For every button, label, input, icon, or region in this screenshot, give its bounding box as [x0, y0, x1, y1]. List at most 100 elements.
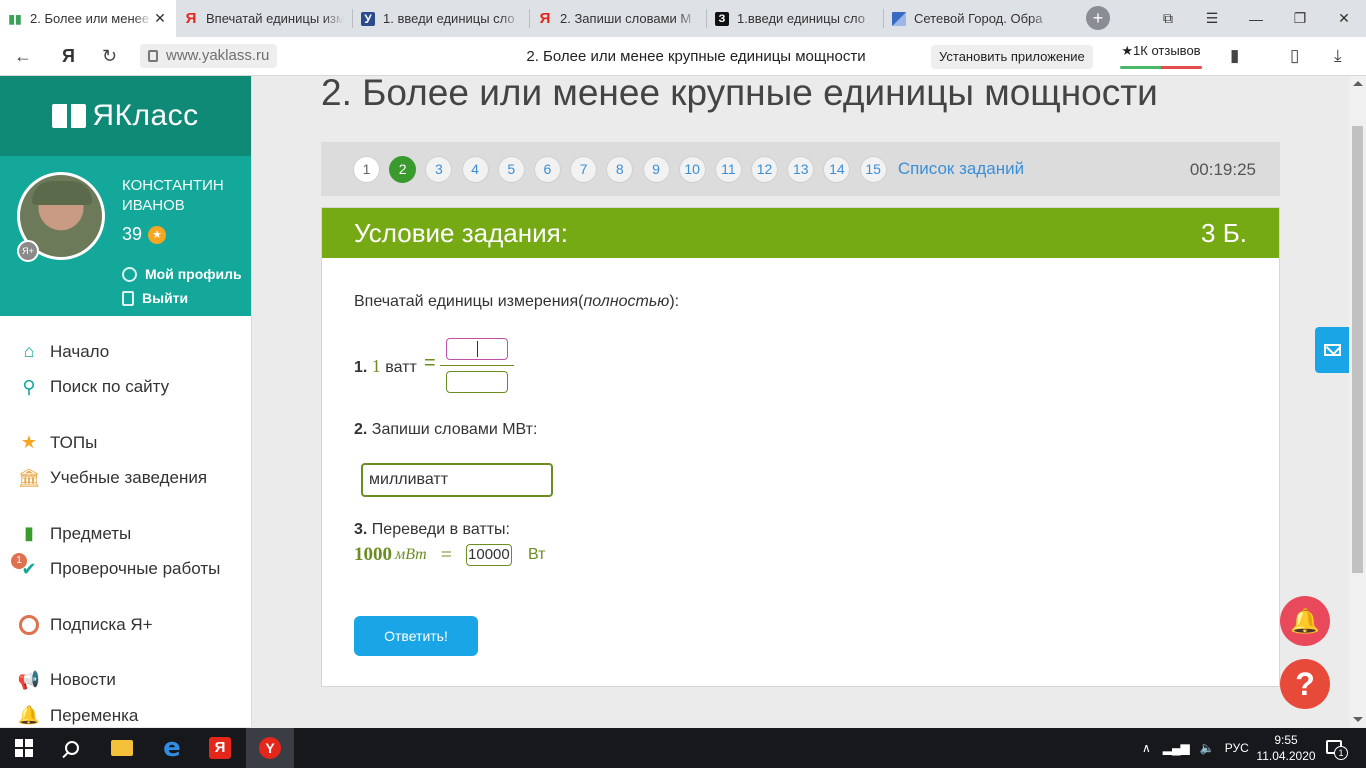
close-tab-icon[interactable]: ✕ [152, 10, 168, 27]
question-3-expression: 1000 мВт = 10000 Вт [354, 542, 545, 568]
help-button[interactable]: ? [1280, 659, 1330, 709]
clock[interactable]: 9:55 11.04.2020 [1254, 732, 1318, 764]
search-icon: ⚲ [22, 376, 36, 397]
user-circle-icon [122, 266, 137, 282]
taskbar-yandex[interactable]: Я [196, 728, 244, 768]
network-icon[interactable]: ▂▄▆ [1163, 741, 1190, 755]
logout-link[interactable]: Выйти [122, 290, 188, 306]
tab-setevoy-gorod[interactable]: Сетевой Город. Обра [884, 0, 1060, 37]
equals-sign: = [424, 352, 436, 374]
sidebar-item-break[interactable]: 🔔 Переменка [0, 698, 251, 727]
question-number-3[interactable]: 3 [425, 155, 453, 183]
question-number-1[interactable]: 1 [353, 155, 380, 183]
my-profile-link[interactable]: Мой профиль [122, 266, 242, 282]
question-3-unit: мВт [395, 546, 427, 563]
question-number-14[interactable]: 14 [823, 155, 851, 183]
windows-taskbar: e Я Y ∧ ▂▄▆ 🔈 РУС 9:55 11.04.2020 1 [0, 728, 1366, 768]
task-list-link[interactable]: Список заданий [898, 159, 1024, 179]
tabs-icon[interactable]: ⧉ [1146, 10, 1190, 27]
close-window-icon[interactable]: ✕ [1322, 10, 1366, 27]
book-logo-icon [52, 104, 87, 128]
question-number-5[interactable]: 5 [497, 155, 525, 183]
collections-icon[interactable]: ▯ [1290, 46, 1299, 66]
question-number-12[interactable]: 12 [751, 155, 779, 183]
tab-yandex-1[interactable]: Я Впечатай единицы измерения [176, 0, 352, 37]
instruction-text: Впечатай единицы измерения( [354, 293, 584, 310]
sidebar-menu: ⌂ Начало ⚲ Поиск по сайту ★ ТОПы 🏛 Учебн… [0, 316, 251, 727]
minimize-icon[interactable]: — [1234, 11, 1278, 27]
question-number-8[interactable]: 8 [606, 155, 634, 183]
install-app-button[interactable]: Установить приложение [931, 45, 1093, 69]
taskbar-search-button[interactable] [48, 728, 96, 768]
taskbar-yandex-browser[interactable]: Y [246, 728, 294, 768]
menu-icon[interactable]: ☰ [1190, 10, 1234, 27]
yaklass-logo[interactable]: ЯКласс [0, 76, 251, 156]
question-2: 2. Запиши словами МВт: [354, 421, 537, 439]
question-3-text: Переведи в ватты: [371, 521, 510, 538]
window-controls: ⧉ ☰ — ❐ ✕ [1146, 0, 1366, 37]
question-number-15[interactable]: 15 [859, 155, 887, 183]
sidebar-item-label: Начало [50, 341, 110, 361]
tab-z[interactable]: З 1.введи единицы сло [707, 0, 883, 37]
question-mark-icon: ? [1295, 666, 1315, 702]
feedback-button[interactable] [1315, 327, 1349, 373]
question-3-answer-input[interactable]: 10000 [466, 544, 513, 566]
question-number-11[interactable]: 11 [714, 155, 742, 183]
sidebar-item-label: Учебные заведения [50, 468, 208, 488]
points-value: 39 [122, 224, 143, 244]
yandex-icon: Я [209, 737, 231, 759]
question-number-9[interactable]: 9 [642, 155, 670, 183]
sidebar-item-label: Предметы [50, 523, 132, 543]
tab-yaklass-active[interactable]: ▮▮ 2. Более или менее крупные единицы мо… [0, 0, 176, 37]
page-scrollbar[interactable] [1349, 76, 1366, 727]
sidebar-item-news[interactable]: 📢 Новости [0, 663, 251, 699]
question-2-answer-input[interactable]: милливатт [361, 463, 553, 497]
start-button[interactable] [0, 728, 48, 768]
language-indicator[interactable]: РУС [1225, 741, 1249, 755]
chevron-up-icon[interactable]: ∧ [1142, 741, 1151, 755]
scrollbar-thumb[interactable] [1352, 126, 1363, 573]
question-number-4[interactable]: 4 [461, 155, 489, 183]
sidebar-item-ya-plus[interactable]: Подписка Я+ [0, 607, 251, 643]
equals-sign: = [440, 543, 453, 566]
question-1-unit: ватт [385, 359, 417, 376]
question-number-13[interactable]: 13 [787, 155, 815, 183]
sidebar: ЯКласс Я+ КОНСТАНТИН ИВАНОВ 39 ★ Мой про… [0, 76, 252, 727]
reviews-button[interactable]: ★1К отзывов [1118, 43, 1204, 69]
task-header: Условие задания: 3 Б. [322, 208, 1279, 258]
volume-icon[interactable]: 🔈 [1200, 741, 1215, 755]
sidebar-item-home[interactable]: ⌂ Начало [0, 334, 251, 370]
sidebar-item-tops[interactable]: ★ ТОПы [0, 425, 251, 461]
download-icon[interactable]: ⤓ [1334, 46, 1342, 66]
question-number-7[interactable]: 7 [570, 155, 598, 183]
clock-time: 9:55 [1274, 733, 1298, 747]
sidebar-item-subjects[interactable]: ▮ Предметы [0, 516, 251, 552]
taskbar-edge[interactable]: e [148, 728, 196, 768]
action-center-icon[interactable]: 1 [1326, 740, 1348, 760]
scroll-up-arrow-icon[interactable] [1353, 81, 1363, 86]
bookmark-icon[interactable]: ▮ [1230, 46, 1239, 66]
question-number-10[interactable]: 10 [678, 155, 706, 183]
question-number-2[interactable]: 2 [389, 155, 417, 183]
new-tab-button[interactable]: + [1086, 6, 1110, 30]
taskbar-explorer[interactable] [98, 728, 146, 768]
mail-icon [1323, 344, 1341, 356]
sidebar-item-label: Новости [50, 670, 116, 690]
tab-yandex-2[interactable]: Я 2. Запиши словами М [530, 0, 706, 37]
yandex-browser-icon: Y [259, 737, 281, 759]
fraction-numerator-input[interactable] [446, 338, 508, 360]
scroll-down-arrow-icon[interactable] [1353, 717, 1363, 722]
tab-title: 2. Более или менее крупные единицы мощно… [30, 11, 152, 26]
question-3-result-unit: Вт [528, 546, 546, 563]
question-number-6[interactable]: 6 [533, 155, 561, 183]
notifications-button[interactable]: 🔔 [1280, 596, 1330, 646]
timer: 00:19:25 [1189, 160, 1256, 179]
submit-answer-button[interactable]: Ответить! [354, 616, 478, 656]
sidebar-item-institutions[interactable]: 🏛 Учебные заведения [0, 461, 251, 497]
restore-icon[interactable]: ❐ [1278, 10, 1322, 27]
user-name[interactable]: КОНСТАНТИН ИВАНОВ [122, 176, 232, 216]
sidebar-item-tests[interactable]: ✔ 1 Проверочные работы [0, 552, 251, 588]
sidebar-item-search[interactable]: ⚲ Поиск по сайту [0, 370, 251, 406]
tab-u[interactable]: У 1. введи единицы сло [353, 0, 529, 37]
fraction-denominator-input[interactable] [446, 371, 508, 393]
